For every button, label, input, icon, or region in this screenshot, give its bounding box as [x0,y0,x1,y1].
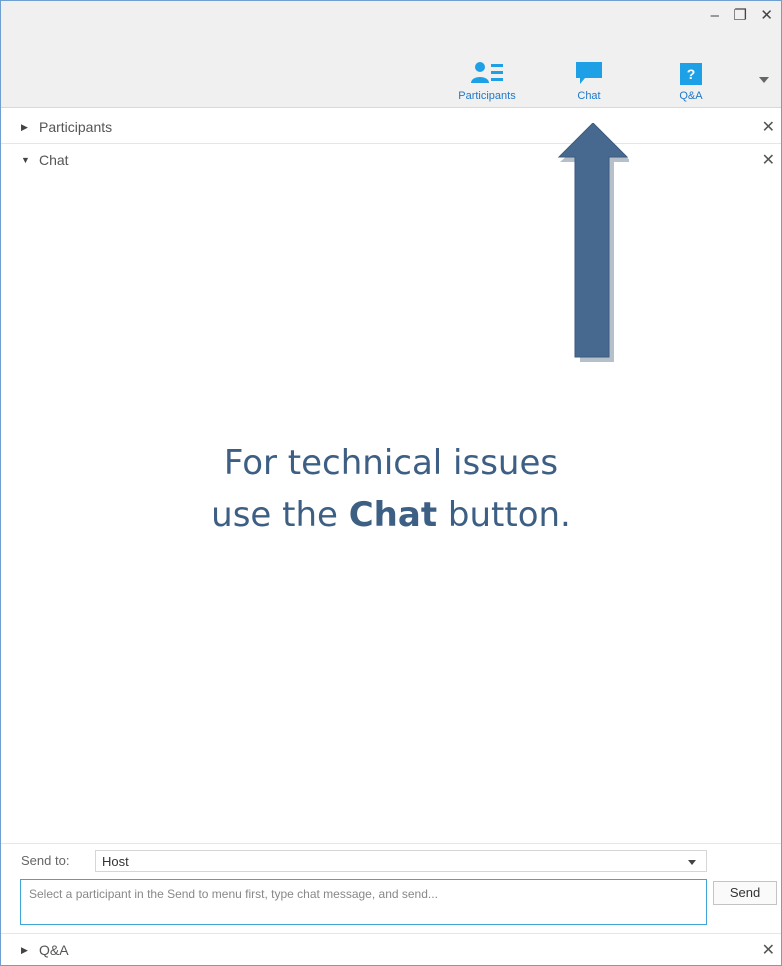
send-to-dropdown[interactable]: Host [95,850,707,872]
up-arrow-annotation-icon [557,123,629,362]
send-to-label: Send to: [21,853,70,868]
question-icon: ? [651,61,731,85]
chat-section-header[interactable]: ▼ Chat ✕ [1,144,781,176]
chat-message-input[interactable]: Select a participant in the Send to menu… [20,879,707,925]
restore-button[interactable]: ❐ [734,7,747,25]
chat-toolbar-button[interactable]: Chat [549,61,629,102]
minimize-button[interactable]: – [711,7,719,25]
send-to-selected-value: Host [102,854,129,869]
participants-button-label: Participants [458,90,516,102]
participants-icon [447,61,527,85]
collapsed-triangle-icon: ▶ [21,945,28,955]
chat-bubble-icon [549,61,629,85]
close-chat-panel-button[interactable]: ✕ [762,150,775,170]
message-line-2: use the Chat button. [1,489,781,541]
qa-section-header[interactable]: ▶ Q&A ✕ [1,933,781,965]
message-line-2-prefix: use the [211,495,349,535]
expanded-triangle-icon: ▼ [21,155,30,165]
participants-section-title: Participants [39,119,113,135]
more-options-chevron-down-icon[interactable] [759,77,769,83]
technical-issues-message: For technical issues use the Chat button… [1,437,781,541]
dropdown-chevron-down-icon [688,860,696,865]
chat-input-placeholder: Select a participant in the Send to menu… [29,887,438,901]
webex-panel-window: – ❐ ✕ Participants Chat ? Q&A ▶ Particip… [0,0,782,966]
qa-button-label: Q&A [679,90,703,102]
qa-icon-glyph: ? [687,66,696,82]
send-to-row: Send to: Host [1,843,781,876]
message-chat-emphasis: Chat [348,495,438,535]
send-button[interactable]: Send [713,881,777,905]
qa-section-title: Q&A [39,942,69,958]
participants-section-header[interactable]: ▶ Participants ✕ [1,111,781,144]
chat-button-label: Chat [577,90,601,102]
qa-toolbar-button[interactable]: ? Q&A [651,61,731,102]
chat-section-title: Chat [39,152,69,168]
close-qa-panel-button[interactable]: ✕ [762,940,775,960]
message-line-1: For technical issues [223,443,559,483]
message-line-2-suffix: button. [437,495,571,535]
close-window-button[interactable]: ✕ [760,7,773,25]
collapsed-triangle-icon: ▶ [21,122,28,132]
title-bar: – ❐ ✕ Participants Chat ? Q&A [1,1,781,108]
participants-toolbar-button[interactable]: Participants [447,61,527,102]
close-participants-panel-button[interactable]: ✕ [762,117,775,137]
